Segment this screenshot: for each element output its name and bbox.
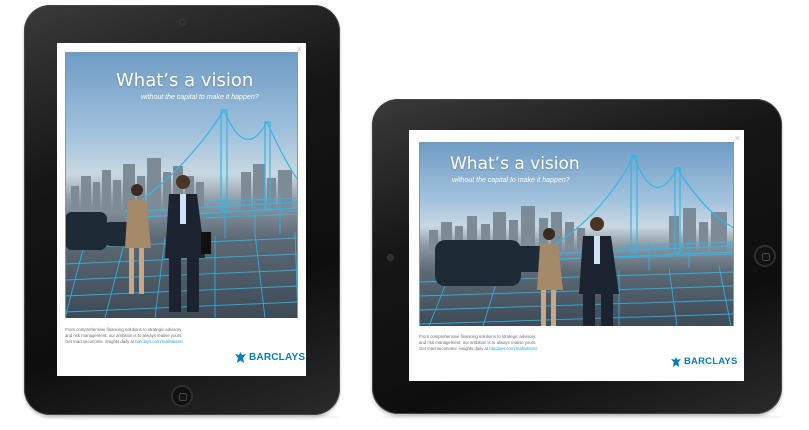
ad-frame-lines — [65, 52, 298, 318]
barclays-eagle-icon — [671, 356, 681, 367]
barclays-logo: BARCLAYS — [235, 352, 305, 363]
barclays-eagle-icon — [235, 352, 246, 363]
ad-body-line-3: Get macroeconomic insights daily at — [65, 339, 136, 345]
ad-frame-lines — [419, 142, 734, 326]
ad-body-line-3: Get macroeconomic insights daily at — [419, 346, 490, 352]
home-button[interactable] — [754, 245, 776, 267]
barclays-wordmark: BARCLAYS — [684, 356, 738, 367]
barclays-logo: BARCLAYS — [671, 356, 738, 367]
landscape-screen: × What’s a vision without the capital to… — [409, 130, 744, 381]
front-camera — [388, 255, 393, 260]
tablet-portrait: × What’s a vision without the capital to… — [24, 5, 340, 415]
tablet-landscape: × What’s a vision without the capital to… — [372, 99, 782, 414]
ad-body-link[interactable]: barclays.com/realisations — [135, 339, 183, 344]
barclays-wordmark: BARCLAYS — [249, 352, 306, 363]
front-camera — [180, 20, 185, 25]
close-icon[interactable]: × — [735, 134, 740, 143]
portrait-screen: × What’s a vision without the capital to… — [57, 43, 306, 376]
ad-body-link[interactable]: barclays.com/realisations — [489, 346, 537, 351]
home-button[interactable] — [171, 385, 193, 407]
ad-body-copy: From comprehensive financing solutions t… — [65, 327, 183, 346]
ad-body-copy: From comprehensive financing solutions t… — [419, 334, 537, 353]
